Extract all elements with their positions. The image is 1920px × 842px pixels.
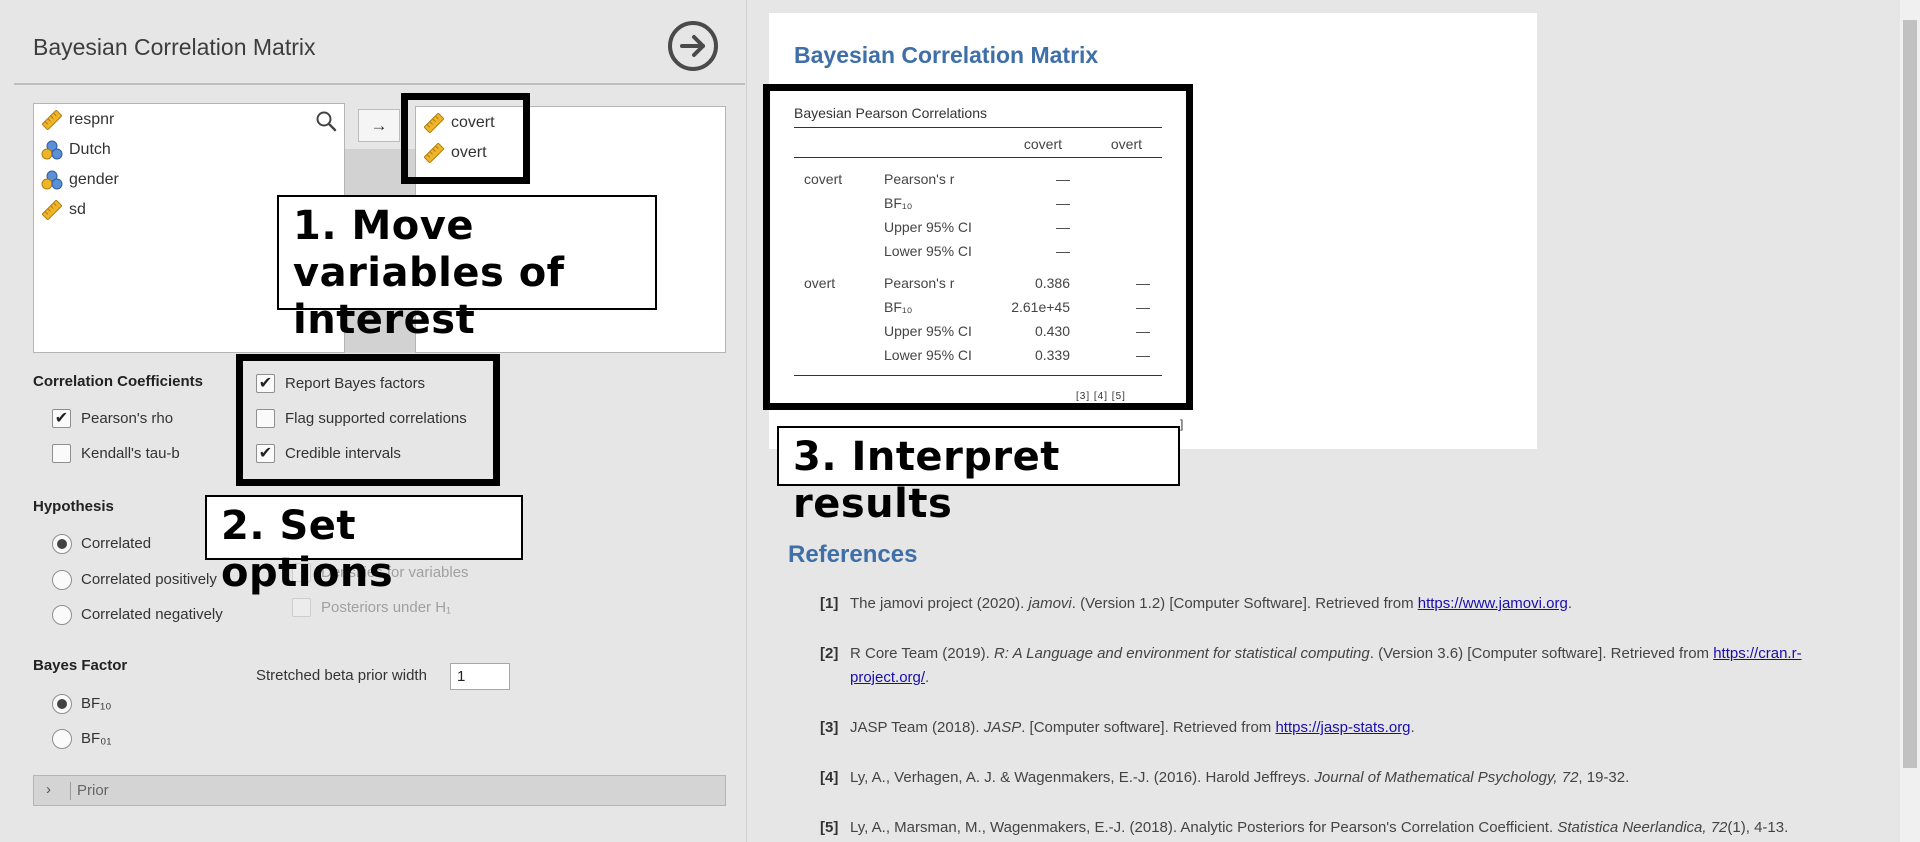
references-heading: References xyxy=(788,541,918,568)
results-title: Bayesian Correlation Matrix xyxy=(794,42,1099,68)
move-variables-button[interactable]: → xyxy=(358,109,400,142)
chevron-right-icon: › xyxy=(46,781,51,798)
reference-text: . [Computer software]. Retrieved from xyxy=(1021,719,1276,736)
reference-item: [5] Ly, A., Marsman, M., Wagenmakers, E.-… xyxy=(820,816,1860,840)
variable-name: respnr xyxy=(69,111,115,128)
radio-unselected-icon xyxy=(52,605,72,625)
variable-item-gender[interactable]: gender xyxy=(41,167,119,193)
hypothesis-positive-radio[interactable]: Correlated positively xyxy=(52,570,217,590)
pearson-rho-label: Pearson's rho xyxy=(81,410,174,427)
reference-number: [3] xyxy=(820,719,839,736)
variable-name: gender xyxy=(69,171,119,188)
checkbox-checked-icon: ✔ xyxy=(52,409,71,428)
reference-text: JASP Team (2018). xyxy=(850,719,984,736)
bayes-factor-heading: Bayes Factor xyxy=(33,657,128,674)
kendall-tau-checkbox[interactable]: Kendall's tau-b xyxy=(52,444,180,464)
reference-text: . (Version 1.2) [Computer Software]. Ret… xyxy=(1071,595,1418,612)
variable-name: Dutch xyxy=(69,141,111,158)
reference-text: (1), 4-13. xyxy=(1727,819,1789,836)
callout-box-results xyxy=(763,84,1193,410)
reference-number: [2] xyxy=(820,645,839,662)
reference-title: JASP xyxy=(983,719,1022,736)
variable-item-dutch[interactable]: Dutch xyxy=(41,137,111,163)
reference-number: [1] xyxy=(820,595,839,612)
scrollbar-thumb[interactable] xyxy=(1903,20,1917,768)
kendall-tau-label: Kendall's tau-b xyxy=(81,445,180,462)
radio-unselected-icon xyxy=(52,570,72,590)
checkbox-unchecked-icon xyxy=(52,444,71,463)
variable-name: sd xyxy=(69,201,86,218)
reference-text: . xyxy=(1567,595,1572,612)
variable-item-respnr[interactable]: respnr xyxy=(41,107,114,133)
hypothesis-heading: Hypothesis xyxy=(33,498,114,515)
footnote-bracket: ] xyxy=(1180,417,1184,431)
bf01-radio[interactable]: BF₀₁ xyxy=(52,729,111,749)
reference-title: R: A Language and environment for statis… xyxy=(993,645,1370,662)
correlation-coefficients-heading: Correlation Coefficients xyxy=(33,373,204,390)
hypothesis-correlated-label: Correlated xyxy=(81,535,152,552)
posteriors-checkbox[interactable]: Posteriors under H₁ xyxy=(292,598,451,618)
radio-selected-icon xyxy=(52,694,72,714)
callout-box-options xyxy=(236,354,500,486)
prior-divider xyxy=(70,782,71,800)
reference-link[interactable]: https://jasp-stats.org xyxy=(1275,719,1410,736)
reference-item: [4] Ly, A., Verhagen, A. J. & Wagenmakers… xyxy=(820,766,1860,790)
reference-text: The jamovi project (2020). xyxy=(850,595,1029,612)
prior-section-label: Prior xyxy=(77,782,109,799)
prior-width-label: Stretched beta prior width xyxy=(256,667,427,684)
reference-number: [4] xyxy=(820,769,839,786)
checkbox-disabled-icon xyxy=(292,598,311,617)
radio-selected-icon xyxy=(52,534,72,554)
hypothesis-correlated-radio[interactable]: Correlated xyxy=(52,534,151,554)
panel-title: Bayesian Correlation Matrix xyxy=(33,34,316,60)
search-icon[interactable] xyxy=(315,110,337,132)
run-button[interactable] xyxy=(668,21,718,71)
reference-title: Statistica Neerlandica, 72 xyxy=(1557,819,1728,836)
bf10-radio[interactable]: BF₁₀ xyxy=(52,694,111,714)
reference-text: Ly, A., Marsman, M., Wagenmakers, E.-J. … xyxy=(850,819,1558,836)
pearson-rho-checkbox[interactable]: ✔ Pearson's rho xyxy=(52,409,173,429)
hypothesis-negative-label: Correlated negatively xyxy=(81,606,223,623)
annotation-step3: 3. Interpret results xyxy=(777,426,1180,527)
prior-section-toggle[interactable]: › Prior xyxy=(33,775,726,806)
radio-unselected-icon xyxy=(52,729,72,749)
reference-text: Ly, A., Verhagen, A. J. & Wagenmakers, E… xyxy=(850,769,1315,786)
hypothesis-negative-radio[interactable]: Correlated negatively xyxy=(52,605,223,625)
reference-text: , 19-32. xyxy=(1578,769,1630,786)
reference-item: [3] JASP Team (2018). JASP. [Computer sof… xyxy=(820,716,1860,740)
reference-item: [1] The jamovi project (2020). jamovi. (V… xyxy=(820,592,1860,616)
annotation-step1: 1. Move variables of interest xyxy=(277,195,657,343)
prior-width-input[interactable] xyxy=(450,663,510,690)
continuous-variable-icon xyxy=(42,110,62,130)
reference-number: [5] xyxy=(820,819,839,836)
reference-item: [2] R Core Team (2019). R: A Language and… xyxy=(820,642,1860,690)
reference-title: Journal of Mathematical Psychology, 72 xyxy=(1314,769,1579,786)
panel-divider xyxy=(14,83,745,85)
reference-text: R Core Team (2019). xyxy=(850,645,994,662)
bf10-label: BF₁₀ xyxy=(81,695,112,712)
reference-link[interactable]: https://www.jamovi.org xyxy=(1418,595,1568,612)
hypothesis-positive-label: Correlated positively xyxy=(81,571,217,588)
bf01-label: BF₀₁ xyxy=(81,730,112,747)
continuous-variable-icon xyxy=(42,200,62,220)
arrow-right-circle-icon xyxy=(680,35,705,57)
nominal-variable-icon xyxy=(41,170,63,190)
reference-title: jamovi xyxy=(1028,595,1072,612)
reference-text: . xyxy=(1410,719,1415,736)
reference-text: . xyxy=(925,669,930,686)
variable-item-sd[interactable]: sd xyxy=(41,197,86,223)
annotation-step2: 2. Set options xyxy=(205,495,523,596)
callout-box-variables xyxy=(401,93,530,184)
reference-text: . (Version 3.6) [Computer software]. Ret… xyxy=(1369,645,1714,662)
nominal-variable-icon xyxy=(41,140,63,160)
posteriors-label: Posteriors under H₁ xyxy=(321,599,452,616)
